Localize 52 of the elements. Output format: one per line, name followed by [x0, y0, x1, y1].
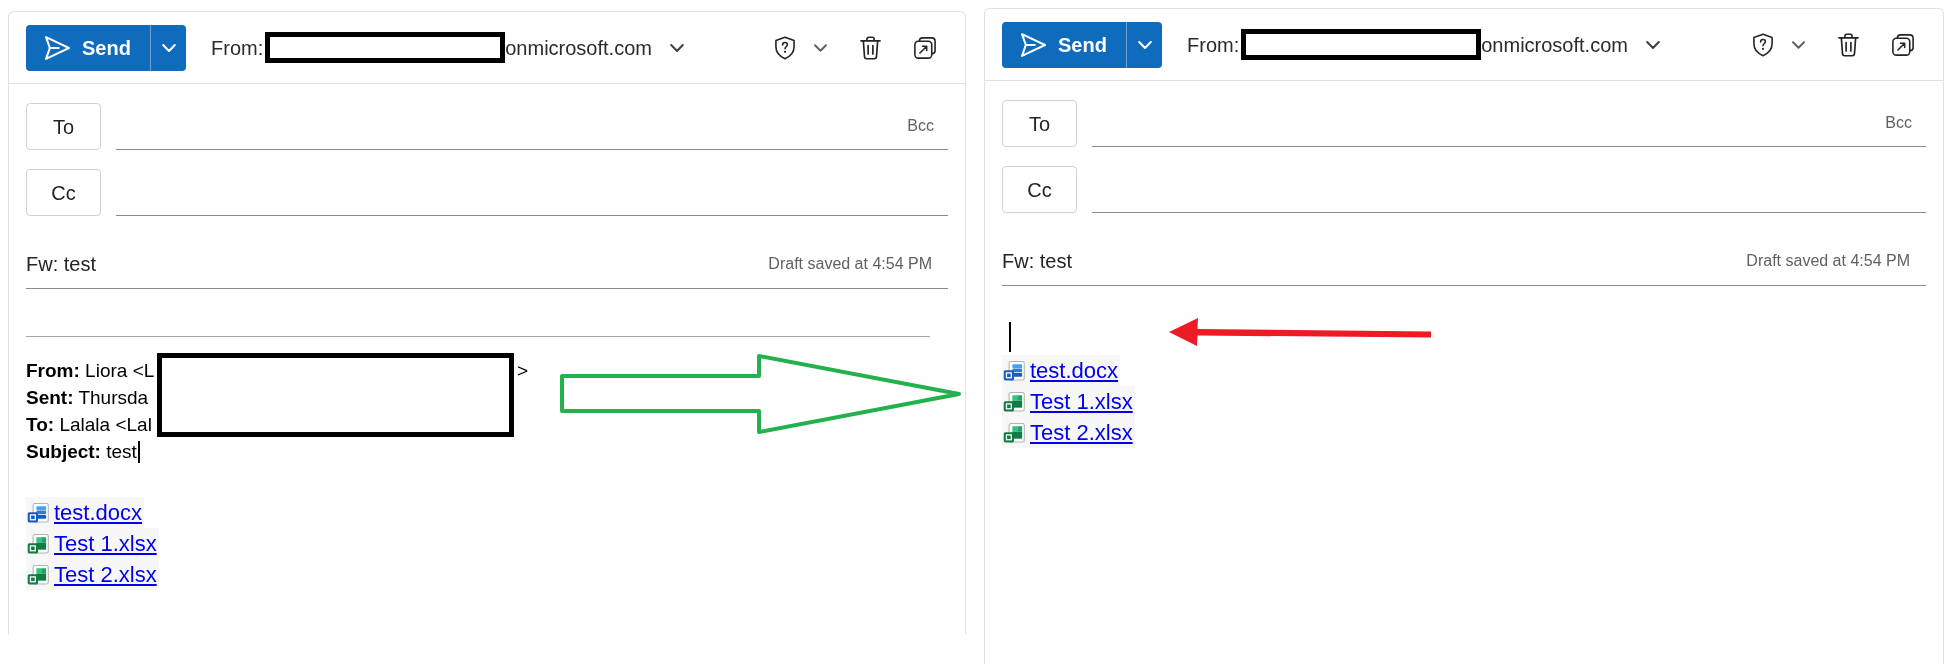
spreadsheet-icon [1003, 391, 1025, 412]
bcc-button[interactable]: Bcc [907, 114, 934, 138]
spreadsheet-icon [1003, 422, 1025, 443]
pop-out-icon[interactable] [1892, 33, 1914, 56]
forwarded-header-line: To: Lalala <Lal [26, 413, 152, 437]
document-icon [1003, 360, 1025, 381]
subject-field[interactable]: Fw: test [1002, 246, 1747, 276]
to-button[interactable]: To [26, 103, 101, 150]
document-icon [27, 502, 49, 523]
cc-button[interactable]: Cc [26, 169, 101, 216]
send-options-button[interactable] [150, 24, 186, 71]
chevron-down-icon[interactable] [1645, 40, 1660, 49]
draft-status: Draft saved at 4:54 PM [1746, 251, 1910, 271]
address-end-text: > [516, 359, 528, 383]
attachment-link[interactable]: Test 1.xlsx [26, 528, 159, 559]
draft-status: Draft saved at 4:54 PM [768, 254, 932, 274]
trash-icon[interactable] [860, 35, 881, 60]
forwarded-header-line: From: Liora <L [26, 359, 155, 383]
from-label: From: [1187, 32, 1240, 58]
chevron-down-icon [161, 43, 176, 52]
chevron-down-icon[interactable] [1792, 40, 1805, 49]
to-field[interactable]: Bcc [116, 103, 948, 150]
attachment-link[interactable]: test.docx [26, 497, 145, 528]
chevron-down-icon[interactable] [814, 43, 827, 52]
to-field[interactable]: Bcc [1092, 100, 1926, 147]
trash-icon[interactable] [1838, 32, 1859, 57]
to-button[interactable]: To [1002, 100, 1077, 147]
sender-address[interactable]: onmicrosoft.com [505, 32, 652, 63]
from-label: From: [211, 35, 264, 61]
attachment-link[interactable]: Test 2.xlsx [1002, 417, 1135, 448]
shield-question-icon[interactable] [1753, 32, 1773, 57]
text-cursor [1009, 322, 1011, 352]
chevron-down-icon[interactable] [669, 43, 684, 52]
send-button[interactable]: Send [26, 24, 150, 71]
pop-out-icon[interactable] [914, 36, 936, 59]
sender-address[interactable]: onmicrosoft.com [1481, 29, 1628, 60]
send-options-button[interactable] [1126, 21, 1162, 68]
forwarded-header-line: Sent: Thursda [26, 386, 149, 410]
chevron-down-icon [1137, 40, 1152, 49]
spreadsheet-icon [27, 564, 49, 585]
cc-button[interactable]: Cc [1002, 166, 1077, 213]
spreadsheet-icon [27, 533, 49, 554]
forwarded-header-line: Subject: test [26, 440, 137, 464]
shield-question-icon[interactable] [775, 35, 795, 60]
send-icon [1021, 32, 1046, 57]
attachment-link[interactable]: test.docx [1002, 355, 1121, 386]
subject-field[interactable]: Fw: test [26, 249, 769, 279]
attachment-link[interactable]: Test 1.xlsx [1002, 386, 1135, 417]
send-icon [45, 35, 70, 60]
bcc-button[interactable]: Bcc [1885, 111, 1912, 135]
send-button[interactable]: Send [1002, 21, 1126, 68]
attachment-link[interactable]: Test 2.xlsx [26, 559, 159, 590]
